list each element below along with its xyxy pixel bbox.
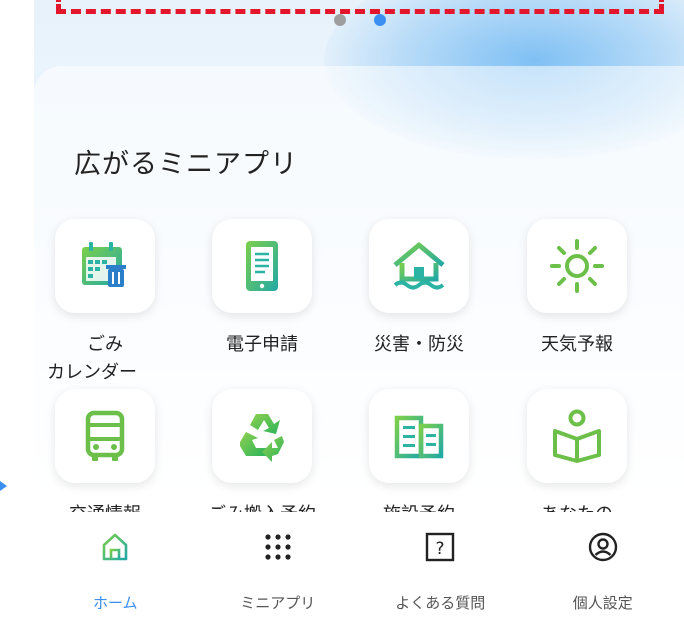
nav-personal-settings[interactable]: 個人設定	[522, 512, 684, 630]
question-box-icon: ?	[426, 532, 455, 562]
edge-arrow-indicator	[0, 481, 7, 491]
app-waste-reservation[interactable]: ごみ搬入予約	[192, 389, 332, 512]
app-personal-book[interactable]: あなたの	[507, 389, 647, 512]
app-label: 施設予約	[349, 501, 489, 512]
nav-label: ホーム	[92, 594, 138, 612]
house-flood-icon	[393, 242, 445, 290]
bottom-navigation: ホーム ミニアプリ ? よくある質問 個人設定	[34, 512, 684, 630]
grid-dots-icon	[265, 534, 291, 560]
app-label: 交通情報	[35, 501, 175, 512]
app-label: ごみ カレンダー	[47, 334, 137, 383]
user-circle-icon	[588, 532, 617, 562]
app-label: ごみ搬入予約	[192, 501, 332, 512]
nav-faq[interactable]: ? よくある質問	[359, 512, 522, 630]
app-tile[interactable]	[55, 389, 155, 483]
app-tile[interactable]	[527, 219, 627, 313]
document-tablet-icon	[246, 241, 278, 291]
section-title: 広がるミニアプリ	[74, 149, 298, 180]
nav-label: 個人設定	[572, 594, 633, 612]
nav-label: よくある質問	[395, 594, 486, 612]
app-tile[interactable]	[212, 219, 312, 313]
nav-label: ミニアプリ	[240, 594, 316, 612]
app-weather[interactable]: 天気予報	[507, 219, 647, 359]
app-label: あなたの	[507, 501, 647, 512]
app-label: 災害・防災	[374, 334, 464, 355]
nav-home[interactable]: ホーム	[34, 512, 197, 630]
app-tile[interactable]	[527, 389, 627, 483]
app-label: 電子申請	[226, 334, 298, 355]
sun-icon	[550, 239, 604, 293]
app-tile[interactable]	[212, 389, 312, 483]
app-traffic-info[interactable]: 交通情報	[35, 389, 175, 512]
app-garbage-calendar[interactable]: ごみ カレンダー	[35, 219, 175, 387]
calendar-trash-icon	[82, 242, 126, 287]
banner-highlight-outline[interactable]	[56, 0, 664, 14]
app-tile[interactable]	[369, 389, 469, 483]
person-book-icon	[553, 409, 601, 463]
main-content: 広がるミニアプリ ごみ カレンダー 電子申請 災害・防災 天気予報	[34, 0, 684, 512]
nav-mini-apps[interactable]: ミニアプリ	[197, 512, 360, 630]
app-tile[interactable]	[55, 219, 155, 313]
app-label: 天気予報	[541, 334, 613, 355]
bus-icon	[85, 410, 125, 461]
app-facility-reservation[interactable]: 施設予約	[349, 389, 489, 512]
carousel-dot-2[interactable]	[374, 14, 386, 26]
building-icon	[394, 415, 444, 459]
carousel-dots	[334, 14, 386, 26]
app-screen: 広がるミニアプリ ごみ カレンダー 電子申請 災害・防災 天気予報 ホーム ミニ…	[0, 0, 684, 630]
carousel-dot-1[interactable]	[334, 14, 346, 26]
recycle-icon	[240, 414, 284, 462]
app-disaster-prevention[interactable]: 災害・防災	[349, 219, 489, 359]
app-tile[interactable]	[369, 219, 469, 313]
home-icon	[102, 533, 128, 561]
app-e-application[interactable]: 電子申請	[192, 219, 332, 359]
svg-text:?: ?	[436, 539, 445, 559]
